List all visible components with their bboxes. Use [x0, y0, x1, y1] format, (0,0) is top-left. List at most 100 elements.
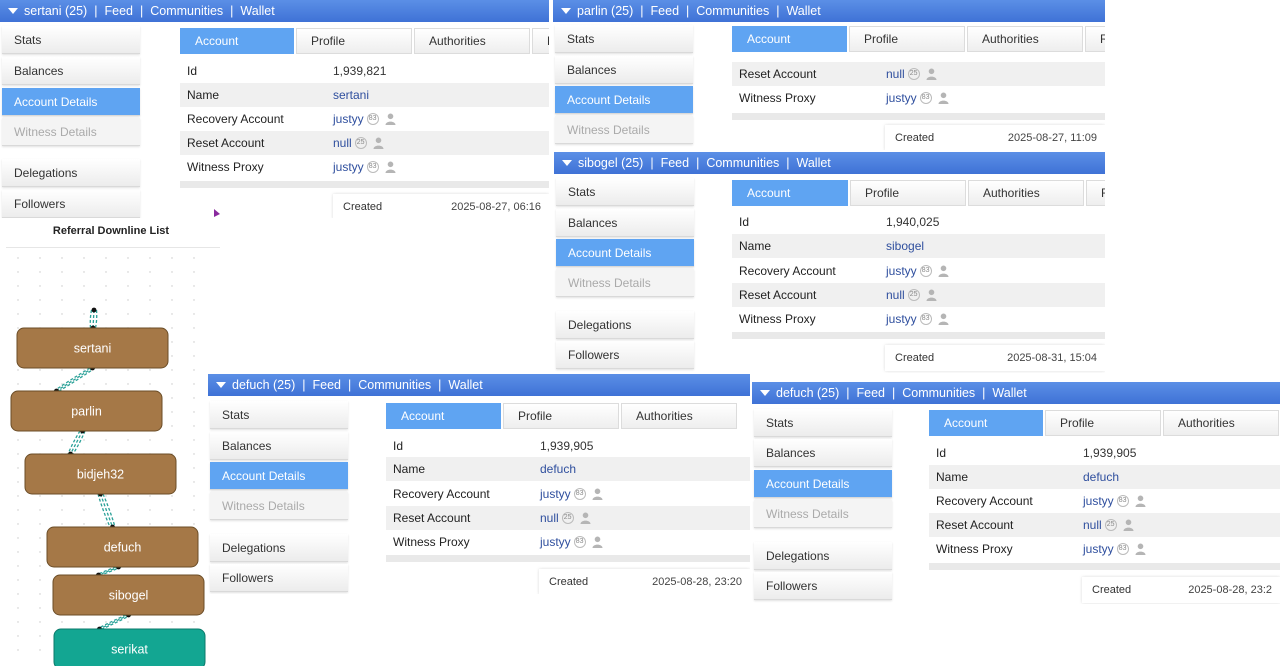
nav-communities[interactable]: Communities — [706, 156, 779, 170]
grid-dot — [61, 299, 63, 301]
value-reset[interactable]: null — [1083, 518, 1102, 532]
value-proxy[interactable]: justyy — [886, 312, 917, 326]
value-reset[interactable]: null — [540, 511, 559, 525]
value-proxy[interactable]: justyy — [1083, 542, 1114, 556]
value-proxy[interactable]: justyy — [333, 160, 364, 174]
value-name[interactable]: defuch — [1083, 465, 1119, 489]
value-name[interactable]: sibogel — [886, 234, 924, 258]
grid-dot — [39, 593, 41, 595]
grid-dot — [17, 537, 19, 539]
value-reset[interactable]: null — [886, 288, 905, 302]
sidebar-item-account-details[interactable]: Account Details — [754, 470, 892, 498]
tab-profile[interactable]: Profile — [296, 28, 412, 54]
collapse-triangle-icon[interactable] — [216, 381, 226, 388]
tab-authorities[interactable]: Authorities — [967, 26, 1083, 52]
sidebar-item-followers[interactable]: Followers — [210, 564, 348, 592]
row-recovery: Recovery Account justyy 83 — [929, 489, 1280, 513]
nav-wallet[interactable]: Wallet — [240, 4, 274, 18]
value-proxy[interactable]: justyy — [540, 535, 571, 549]
sidebar-item-delegations[interactable]: Delegations — [210, 534, 348, 562]
nav-wallet[interactable]: Wallet — [797, 156, 831, 170]
collapse-triangle-icon[interactable] — [760, 389, 770, 396]
value-recovery[interactable]: justyy — [333, 112, 364, 126]
label-created: Created — [549, 576, 589, 588]
tab-authorities[interactable]: Authorities — [621, 403, 737, 429]
label-proxy: Witness Proxy — [739, 312, 816, 326]
tab-bar: Account Profile Authorities — [929, 410, 1280, 436]
sidebar-item-account-details[interactable]: Account Details — [556, 239, 694, 267]
nav-wallet[interactable]: Wallet — [786, 4, 820, 18]
label-proxy: Witness Proxy — [739, 91, 816, 105]
tab-account[interactable]: Account — [732, 180, 848, 206]
nav-feed[interactable]: Feed — [661, 156, 690, 170]
tab-account[interactable]: Account — [386, 403, 501, 429]
nav-communities[interactable]: Communities — [358, 378, 431, 392]
tab-profile[interactable]: Profile — [850, 180, 966, 206]
nav-feed[interactable]: Feed — [651, 4, 680, 18]
sidebar-item-account-details[interactable]: Account Details — [2, 88, 140, 116]
sidebar-item-balances[interactable]: Balances — [210, 432, 348, 460]
tab-authorities[interactable]: Authorities — [1163, 410, 1279, 436]
grid-dot — [127, 509, 129, 511]
sidebar-item-stats[interactable]: Stats — [555, 25, 693, 53]
sidebar-item-delegations[interactable]: Delegations — [754, 542, 892, 570]
sidebar-item-followers[interactable]: Followers — [2, 190, 140, 218]
nav-communities[interactable]: Communities — [696, 4, 769, 18]
sidebar-item-followers[interactable]: Followers — [556, 341, 694, 369]
tab-overflow[interactable]: Re — [1085, 26, 1105, 52]
value-reset[interactable]: null — [333, 136, 352, 150]
nav-communities[interactable]: Communities — [902, 386, 975, 400]
tab-account[interactable]: Account — [929, 410, 1043, 436]
grid-dot — [149, 523, 151, 525]
collapse-triangle-icon[interactable] — [561, 7, 571, 14]
value-recovery[interactable]: justyy — [886, 264, 917, 278]
tab-account[interactable]: Account — [180, 28, 294, 54]
collapse-triangle-icon[interactable] — [562, 159, 572, 166]
grid-dot — [39, 565, 41, 567]
grid-dot — [193, 271, 195, 273]
tab-authorities[interactable]: Authorities — [414, 28, 530, 54]
tab-account[interactable]: Account — [732, 26, 847, 52]
tab-overflow[interactable]: Re — [1086, 180, 1105, 206]
sidebar-item-delegations[interactable]: Delegations — [2, 159, 140, 187]
label-id: Id — [187, 64, 198, 78]
collapse-triangle-icon[interactable] — [8, 7, 18, 14]
value-name[interactable]: sertani — [333, 83, 369, 107]
value-reset[interactable]: null — [886, 67, 905, 81]
account-title[interactable]: sertani (25) — [24, 4, 87, 18]
account-title[interactable]: sibogel (25) — [578, 156, 643, 170]
sidebar-item-stats[interactable]: Stats — [2, 26, 140, 54]
sidebar-item-stats[interactable]: Stats — [754, 409, 892, 437]
tab-profile[interactable]: Profile — [849, 26, 965, 52]
tab-profile[interactable]: Profile — [503, 403, 619, 429]
sidebar-item-delegations[interactable]: Delegations — [556, 311, 694, 339]
sidebar-item-balances[interactable]: Balances — [556, 209, 694, 237]
sidebar-item-account-details[interactable]: Account Details — [555, 86, 693, 114]
sidebar-item-balances[interactable]: Balances — [2, 57, 140, 85]
nav-communities[interactable]: Communities — [150, 4, 223, 18]
value-proxy[interactable]: justyy — [886, 91, 917, 105]
sidebar-item-balances[interactable]: Balances — [754, 439, 892, 467]
tab-overflow[interactable]: F — [532, 28, 549, 54]
nav-feed[interactable]: Feed — [856, 386, 885, 400]
sidebar-item-stats[interactable]: Stats — [210, 401, 348, 429]
tab-profile[interactable]: Profile — [1045, 410, 1161, 436]
sidebar-item-followers[interactable]: Followers — [754, 572, 892, 600]
nav-feed[interactable]: Feed — [312, 378, 341, 392]
grid-dot — [61, 621, 63, 623]
nav-wallet[interactable]: Wallet — [448, 378, 482, 392]
account-title[interactable]: defuch (25) — [232, 378, 295, 392]
sidebar-item-balances[interactable]: Balances — [555, 56, 693, 84]
nav-feed[interactable]: Feed — [104, 4, 133, 18]
value-recovery[interactable]: justyy — [1083, 494, 1114, 508]
account-title[interactable]: defuch (25) — [776, 386, 839, 400]
account-title[interactable]: parlin (25) — [577, 4, 633, 18]
grid-dot — [83, 271, 85, 273]
grid-dot — [61, 271, 63, 273]
value-name[interactable]: defuch — [540, 457, 576, 481]
tab-authorities[interactable]: Authorities — [968, 180, 1084, 206]
sidebar-item-stats[interactable]: Stats — [556, 178, 694, 206]
nav-wallet[interactable]: Wallet — [992, 386, 1026, 400]
value-recovery[interactable]: justyy — [540, 487, 571, 501]
sidebar-item-account-details[interactable]: Account Details — [210, 462, 348, 490]
